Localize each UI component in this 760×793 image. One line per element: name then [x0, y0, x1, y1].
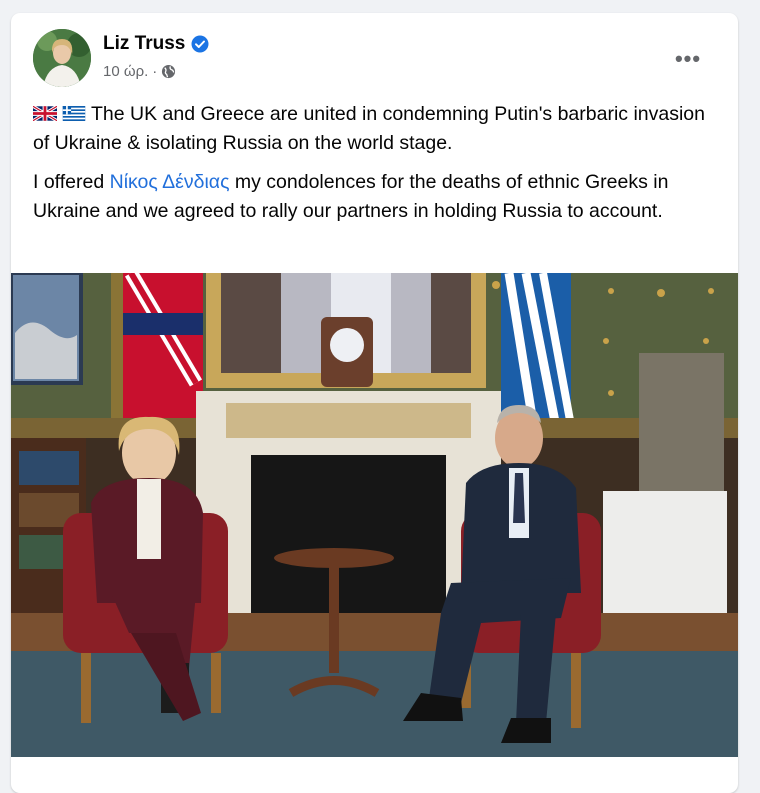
more-options-button[interactable]: •••: [670, 41, 706, 77]
more-options-icon: •••: [674, 46, 702, 71]
paragraph-2-text-before: I offered: [33, 171, 110, 193]
post-card: Liz Truss 10 ώρ. · ••• The UK and Greece…: [11, 13, 738, 793]
post-photo[interactable]: [11, 273, 738, 757]
post-meta: 10 ώρ. ·: [103, 63, 176, 80]
meeting-photo-image: [11, 273, 738, 757]
meta-separator: ·: [152, 63, 158, 80]
post-header: Liz Truss 10 ώρ. · •••: [33, 29, 718, 89]
author-name[interactable]: Liz Truss: [103, 33, 185, 55]
post-paragraph-1: The UK and Greece are united in condemni…: [32, 100, 723, 158]
post-timestamp[interactable]: 10 ώρ.: [103, 63, 148, 80]
mention-link[interactable]: Νίκος Δένδιας: [110, 171, 230, 193]
uk-flag-icon: [32, 101, 58, 123]
post-paragraph-2: I offered Νίκος Δένδιας my condolences f…: [33, 168, 723, 226]
post-text: The UK and Greece are united in condemni…: [32, 100, 723, 236]
verified-badge-icon: [191, 35, 209, 53]
author-avatar[interactable]: [33, 29, 91, 87]
greece-flag-icon: [62, 101, 86, 121]
globe-icon: [161, 64, 176, 79]
paragraph-1-text: The UK and Greece are united in condemni…: [33, 103, 705, 154]
avatar-image: [33, 29, 91, 87]
author-name-row: Liz Truss: [103, 33, 209, 55]
